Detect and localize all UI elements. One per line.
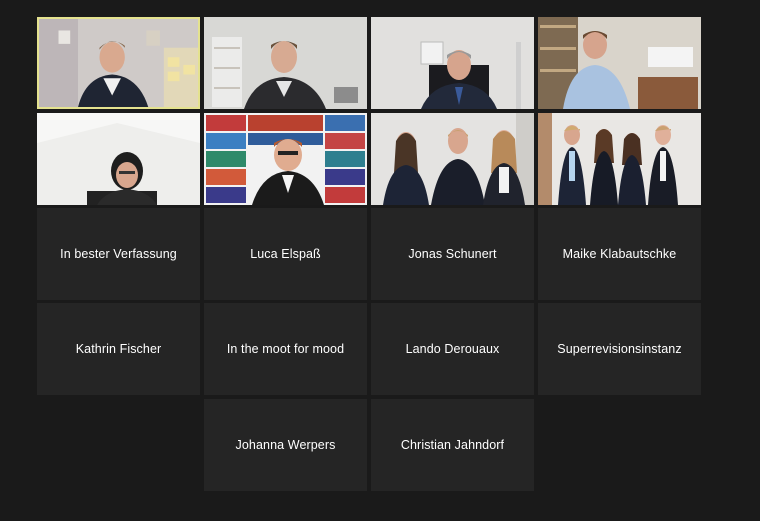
- participant-name: Christian Jahndorf: [400, 438, 505, 452]
- participant-tile[interactable]: Maike Klabautschke: [538, 208, 701, 300]
- video-tile-speaker[interactable]: [37, 17, 200, 109]
- participant-video: [37, 113, 200, 205]
- participant-tile[interactable]: Superrevisionsinstanz: [538, 303, 701, 395]
- video-tile[interactable]: [538, 17, 701, 109]
- video-tile[interactable]: [204, 113, 367, 205]
- video-tile[interactable]: [37, 113, 200, 205]
- video-gallery: { "participants_with_name": [ "In bester…: [0, 0, 760, 521]
- participant-video: [538, 17, 701, 109]
- participant-name: Lando Derouaux: [405, 342, 500, 356]
- participant-name: In bester Verfassung: [60, 247, 177, 261]
- participant-tile[interactable]: In the moot for mood: [204, 303, 367, 395]
- participant-video: [204, 113, 367, 205]
- participant-name: Maike Klabautschke: [562, 247, 677, 261]
- participant-name: Kathrin Fischer: [75, 342, 162, 356]
- participant-name: Superrevisionsinstanz: [557, 342, 682, 356]
- participant-video: [204, 17, 367, 109]
- participant-tile[interactable]: Jonas Schunert: [371, 208, 534, 300]
- video-tile[interactable]: [204, 17, 367, 109]
- participant-tile[interactable]: Luca Elspaß: [204, 208, 367, 300]
- video-tile[interactable]: [538, 113, 701, 205]
- participant-name: Johanna Werpers: [235, 438, 336, 452]
- participant-tile[interactable]: In bester Verfassung: [37, 208, 200, 300]
- participant-tile[interactable]: Lando Derouaux: [371, 303, 534, 395]
- participant-tile[interactable]: Kathrin Fischer: [37, 303, 200, 395]
- participant-video: [39, 19, 198, 107]
- participant-name: Jonas Schunert: [408, 247, 497, 261]
- participant-tile[interactable]: Johanna Werpers: [204, 399, 367, 491]
- participant-video: [371, 113, 534, 205]
- participant-name: Luca Elspaß: [250, 247, 321, 261]
- participant-video: [538, 113, 701, 205]
- participant-tile[interactable]: Christian Jahndorf: [371, 399, 534, 491]
- video-tile[interactable]: [371, 17, 534, 109]
- participant-video: [371, 17, 534, 109]
- participant-name: In the moot for mood: [226, 342, 345, 356]
- video-tile[interactable]: [371, 113, 534, 205]
